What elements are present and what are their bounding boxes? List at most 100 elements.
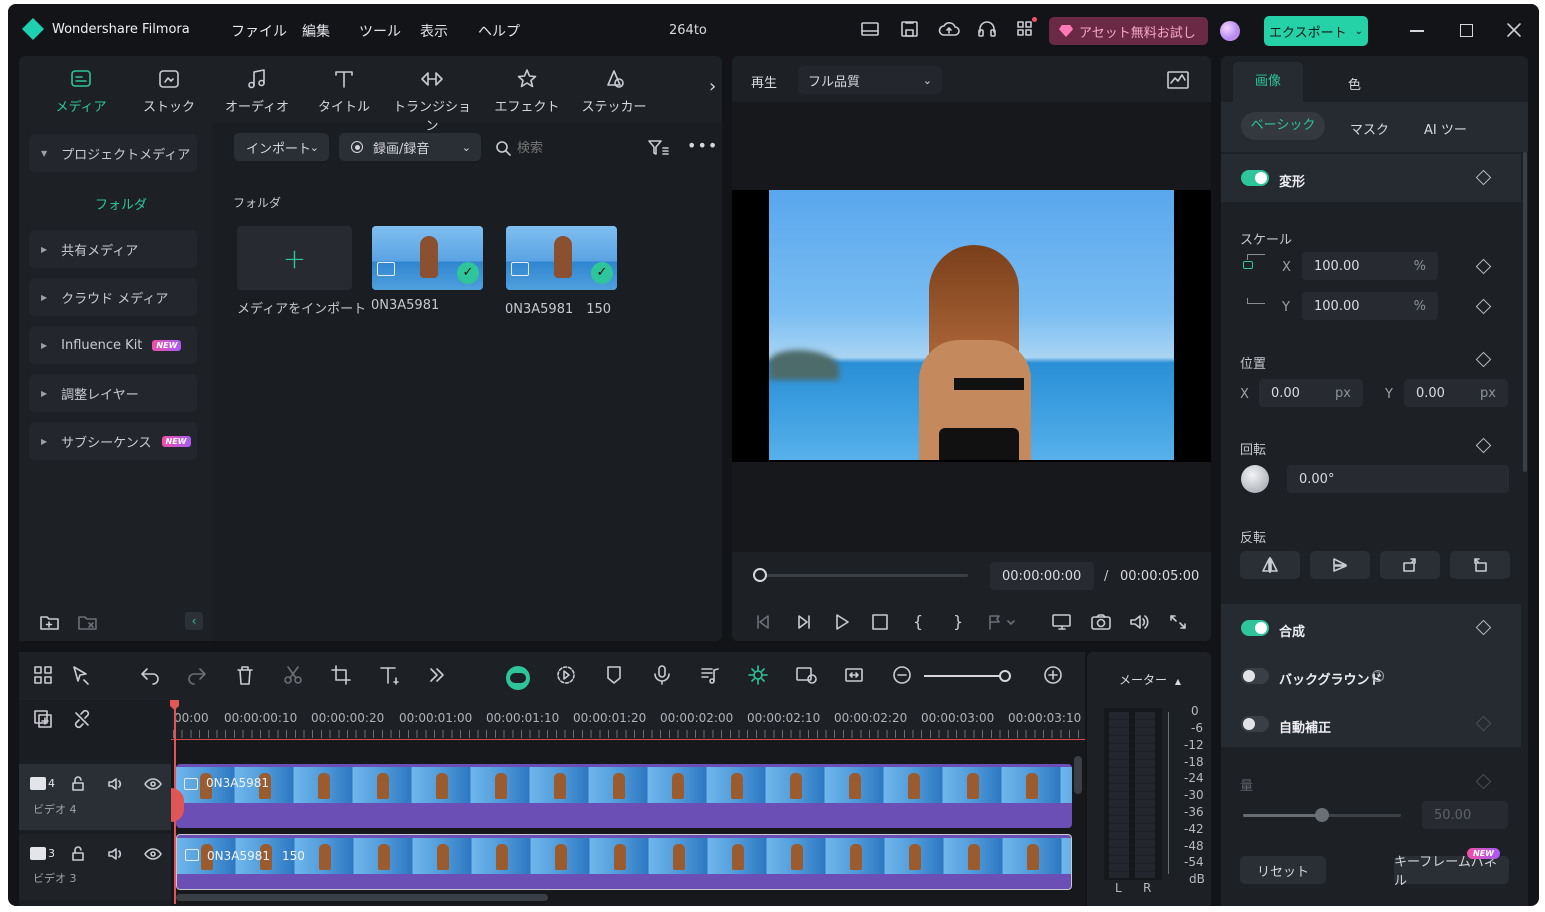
- undo-icon[interactable]: [139, 664, 161, 686]
- cloud-upload-icon[interactable]: [938, 20, 960, 38]
- export-button[interactable]: エクスポート ⌄: [1264, 16, 1368, 46]
- mark-out-icon[interactable]: }: [953, 612, 963, 631]
- sidebar-item-project-media[interactable]: ▼ プロジェクトメディア: [29, 134, 197, 172]
- media-thumbnail[interactable]: ✓: [372, 226, 483, 290]
- preview-render-icon[interactable]: [795, 664, 819, 686]
- tab-audio[interactable]: オーディオ: [217, 66, 297, 118]
- composite-toggle[interactable]: [1241, 620, 1269, 636]
- video-frame[interactable]: [769, 190, 1174, 460]
- keyframe-diamond-icon[interactable]: [1475, 298, 1492, 315]
- keyframe-diamond-icon[interactable]: [1475, 258, 1492, 275]
- amount-input[interactable]: 50.00: [1422, 801, 1508, 829]
- layout-icon[interactable]: [860, 20, 880, 38]
- keyframe-panel-button[interactable]: キーフレームパネル: [1394, 855, 1509, 889]
- rotation-dial[interactable]: [1241, 465, 1269, 493]
- rotation-input[interactable]: 0.00°: [1287, 465, 1509, 493]
- timeline-clip[interactable]: 0N3A5981 150: [176, 834, 1072, 890]
- tab-stickers[interactable]: ステッカー: [574, 66, 654, 118]
- import-dropdown[interactable]: インポート ⌄: [234, 133, 329, 161]
- rotate-clockwise-button[interactable]: [1380, 551, 1440, 579]
- fit-timeline-icon[interactable]: [843, 664, 865, 686]
- playhead-knob[interactable]: [753, 568, 767, 582]
- avatar[interactable]: [1220, 21, 1240, 41]
- record-dropdown[interactable]: 録画/録音 ⌄: [339, 133, 481, 161]
- flip-horizontal-button[interactable]: [1240, 551, 1300, 579]
- sidebar-item-subsequence[interactable]: ▶ サブシーケンス NEW: [29, 422, 197, 460]
- headset-icon[interactable]: [977, 20, 997, 38]
- track-volume-icon[interactable]: [107, 846, 125, 862]
- save-icon[interactable]: [900, 20, 920, 38]
- amount-slider-knob[interactable]: [1315, 808, 1329, 822]
- redo-icon[interactable]: [186, 664, 208, 686]
- subtab-basic[interactable]: ベーシック: [1241, 112, 1325, 140]
- new-folder-icon[interactable]: [39, 612, 61, 632]
- more-tools-icon[interactable]: [426, 664, 448, 686]
- sidebar-item-cloud-media[interactable]: ▶ クラウド メディア: [29, 278, 197, 316]
- eye-icon[interactable]: [144, 776, 162, 792]
- scale-y-input[interactable]: 100.00 %: [1302, 292, 1438, 320]
- props-scrollbar[interactable]: [1523, 152, 1527, 472]
- quality-dropdown[interactable]: フル品質 ⌄: [798, 66, 942, 94]
- position-y-input[interactable]: 0.00 px: [1404, 379, 1508, 407]
- keyframe-diamond-icon[interactable]: [1475, 351, 1492, 368]
- zoom-slider-track[interactable]: [924, 675, 1008, 677]
- tab-transitions[interactable]: トランジション: [392, 66, 472, 134]
- filter-icon[interactable]: [647, 139, 669, 157]
- help-icon[interactable]: ?: [1372, 670, 1384, 682]
- keyframe-diamond-icon[interactable]: [1475, 773, 1492, 790]
- delete-icon[interactable]: [234, 664, 256, 686]
- link-clips-icon[interactable]: [71, 708, 93, 730]
- text-tool-icon[interactable]: [378, 664, 402, 686]
- media-thumbnail[interactable]: ✓: [506, 226, 617, 290]
- camera-snapshot-icon[interactable]: [1090, 613, 1112, 631]
- layout-grid-icon[interactable]: [32, 664, 54, 686]
- close-button[interactable]: [1506, 22, 1522, 38]
- horizontal-scrollbar[interactable]: [176, 894, 548, 901]
- promo-button[interactable]: アセット無料お試し: [1049, 17, 1208, 45]
- select-tool-icon[interactable]: [70, 664, 92, 686]
- subtab-mask[interactable]: マスク: [1350, 119, 1389, 138]
- background-toggle[interactable]: [1241, 668, 1269, 684]
- flip-vertical-button[interactable]: [1310, 551, 1370, 579]
- sidebar-item-influence-kit[interactable]: ▶ Influence Kit NEW: [29, 326, 197, 364]
- zoom-out-icon[interactable]: [891, 664, 913, 686]
- auto-enhance-toggle[interactable]: [1241, 716, 1269, 732]
- fullscreen-icon[interactable]: [1168, 613, 1188, 631]
- more-options-icon[interactable]: •••: [687, 136, 718, 155]
- meter-title[interactable]: メーター ▲: [1119, 671, 1181, 688]
- scissors-icon[interactable]: [282, 664, 304, 686]
- chevron-right-icon[interactable]: ›: [709, 76, 716, 97]
- music-list-icon[interactable]: [699, 664, 721, 686]
- crop-icon[interactable]: [330, 664, 352, 686]
- menu-file[interactable]: ファイル: [231, 21, 287, 41]
- previous-frame-icon[interactable]: [754, 613, 774, 631]
- menu-help[interactable]: ヘルプ: [478, 21, 520, 41]
- lock-track-icon[interactable]: [70, 846, 86, 862]
- tab-effects[interactable]: エフェクト: [487, 66, 567, 118]
- menu-edit[interactable]: 編集: [302, 21, 330, 41]
- tab-image[interactable]: 画像: [1233, 62, 1303, 102]
- track-scrollbar[interactable]: [1074, 756, 1082, 794]
- ai-cutout-icon[interactable]: [747, 664, 769, 686]
- current-timecode[interactable]: 00:00:00:00: [990, 562, 1094, 590]
- import-media-tile[interactable]: +: [237, 226, 352, 290]
- subtab-ai-tools[interactable]: AI ツー: [1424, 119, 1472, 138]
- maximize-button[interactable]: [1460, 24, 1473, 37]
- tab-color[interactable]: 色: [1348, 74, 1361, 93]
- sidebar-item-folder[interactable]: フォルダ: [95, 194, 147, 213]
- marker-flag-icon[interactable]: [986, 613, 1018, 631]
- lock-track-icon[interactable]: [70, 776, 86, 792]
- sidebar-item-shared-media[interactable]: ▶ 共有メディア: [29, 230, 197, 268]
- speed-icon[interactable]: [555, 664, 577, 686]
- volume-icon[interactable]: [1128, 613, 1150, 631]
- mark-in-icon[interactable]: {: [913, 612, 923, 631]
- display-icon[interactable]: [1051, 613, 1073, 631]
- track-volume-icon[interactable]: [107, 776, 125, 792]
- menu-tools[interactable]: ツール: [359, 21, 401, 41]
- reset-button[interactable]: リセット: [1240, 856, 1326, 884]
- next-frame-icon[interactable]: [793, 613, 813, 631]
- tab-media[interactable]: メディア: [41, 66, 121, 118]
- add-track-icon[interactable]: [32, 708, 54, 730]
- progress-track[interactable]: [762, 574, 968, 577]
- sidebar-item-adjustment-layer[interactable]: ▶ 調整レイヤー: [29, 374, 197, 412]
